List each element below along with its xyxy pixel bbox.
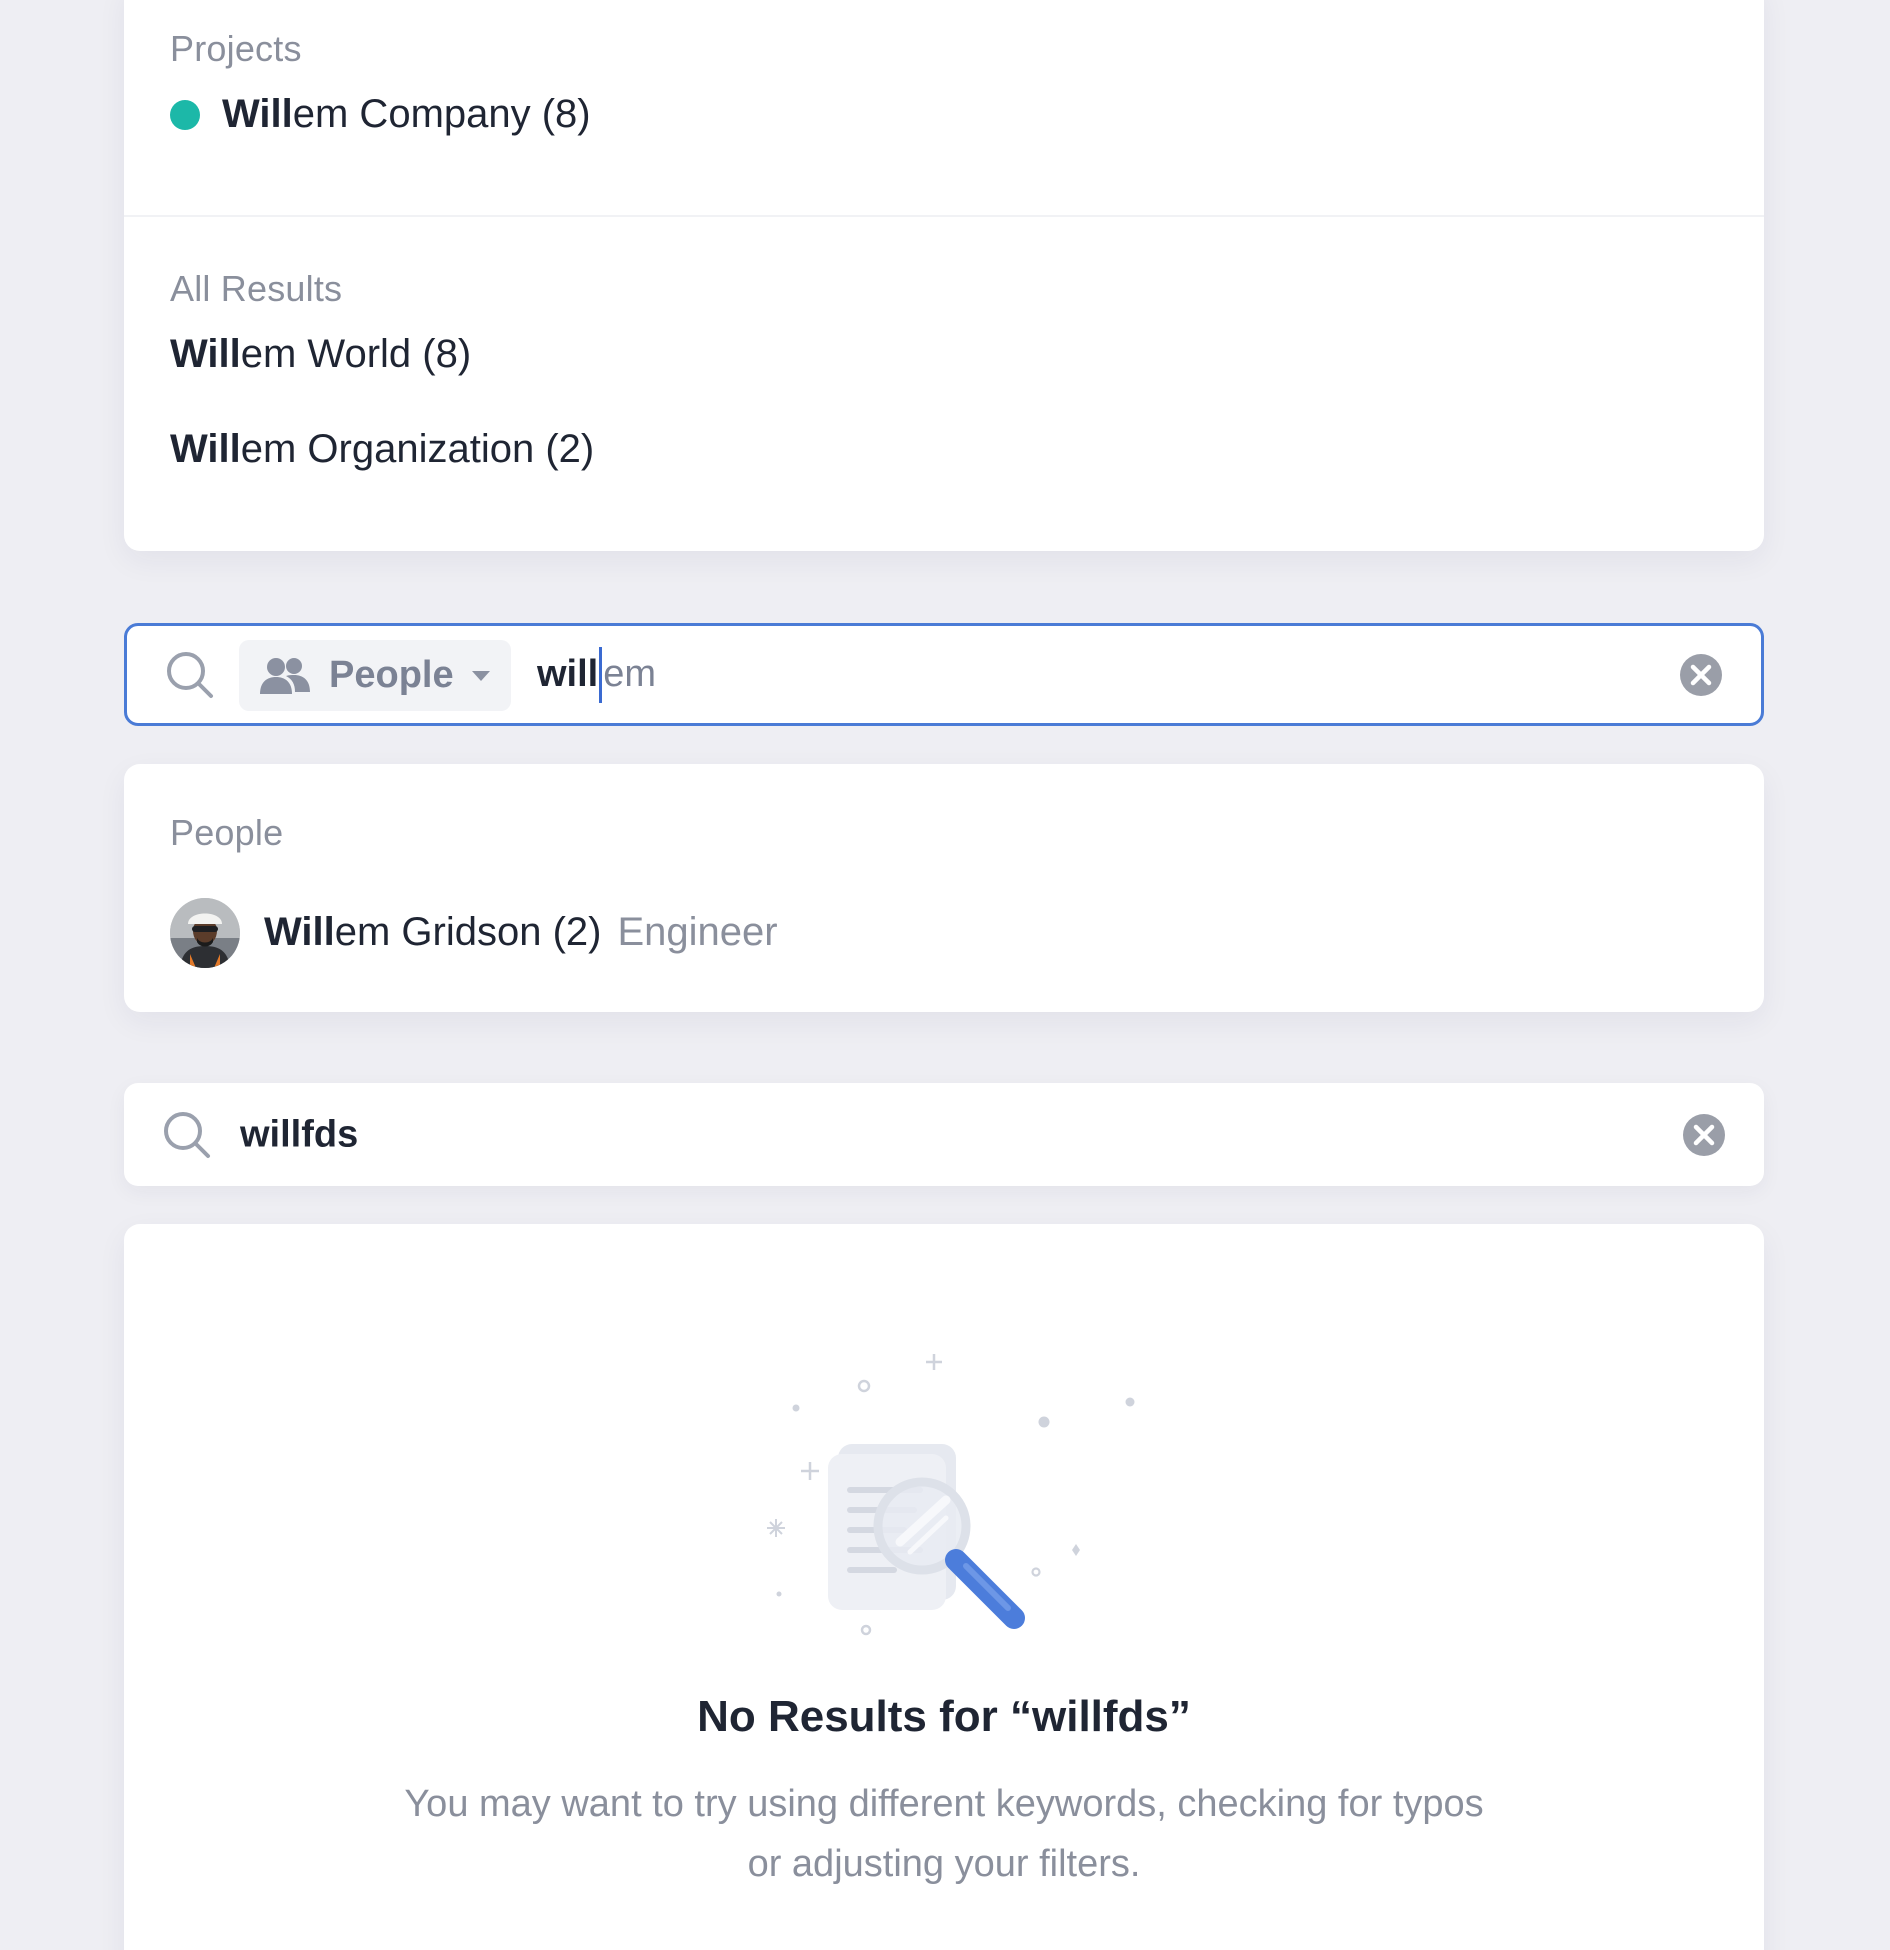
text-cursor <box>599 646 603 703</box>
section-divider <box>124 215 1764 217</box>
people-filter-dropdown[interactable]: People <box>239 640 511 711</box>
result-text: em World (8) <box>240 332 472 376</box>
search-input[interactable]: will em <box>537 646 657 703</box>
people-results-card: People Will em Gridson (2) Engineer <box>124 764 1764 1012</box>
result-text: em Company (8) <box>292 92 591 136</box>
result-highlight: Will <box>170 332 241 376</box>
search-results-card: Projects Will em Company (8) All Results … <box>124 0 1764 551</box>
people-section-label: People <box>170 812 284 853</box>
person-name-rest: em Gridson (2) <box>334 910 602 954</box>
chevron-down-icon <box>471 670 490 681</box>
result-item-world[interactable]: Will em World (8) <box>170 332 471 377</box>
clear-search-icon[interactable] <box>1682 1113 1726 1157</box>
result-highlight: Will <box>222 92 293 136</box>
result-text: em Organization (2) <box>240 427 595 471</box>
all-results-section-label: All Results <box>170 268 343 309</box>
person-result-item[interactable]: Will em Gridson (2) Engineer <box>264 910 778 955</box>
empty-state-description: You may want to try using different keyw… <box>404 1783 1484 1885</box>
search-autocomplete-text: em <box>603 653 657 695</box>
search-typed-text: willfds <box>240 1113 359 1155</box>
empty-state-card: No Results for “willfds” You may want to… <box>124 1224 1764 1950</box>
search-results-page: Projects Will em Company (8) All Results … <box>0 0 1890 1950</box>
result-highlight: Will <box>264 910 335 954</box>
project-status-dot <box>170 99 200 130</box>
search-bar-active[interactable]: People will em <box>124 623 1764 726</box>
search-typed-text: will <box>537 653 599 695</box>
no-results-illustration <box>767 1354 1135 1636</box>
filter-label: People <box>329 654 454 696</box>
people-icon <box>260 657 310 694</box>
search-icon <box>167 651 213 698</box>
person-role: Engineer <box>617 910 778 954</box>
empty-state-title: No Results for “willfds” <box>697 1692 1191 1741</box>
project-result-item[interactable]: Will em Company (8) <box>170 92 591 137</box>
clear-search-icon[interactable] <box>1679 653 1723 697</box>
search-input[interactable]: willfds <box>240 1113 358 1156</box>
result-highlight: Will <box>170 427 241 471</box>
projects-section-label: Projects <box>170 28 302 69</box>
search-icon <box>164 1111 210 1158</box>
result-item-organization[interactable]: Will em Organization (2) <box>170 427 594 472</box>
avatar <box>170 898 240 968</box>
search-bar-no-results[interactable]: willfds <box>124 1083 1764 1186</box>
